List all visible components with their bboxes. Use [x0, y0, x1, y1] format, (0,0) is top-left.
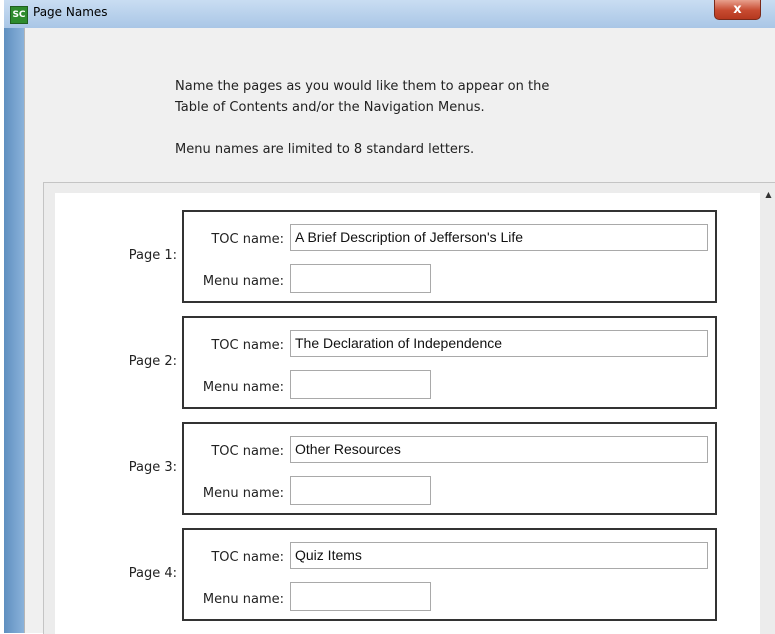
pages-scroll-panel: Page 1: TOC name: A Brief Description of…	[43, 182, 775, 634]
menu-name-input[interactable]	[290, 264, 431, 293]
app-icon: SC	[10, 6, 28, 24]
page-names-dialog: SC Page Names x Name the pages as you wo…	[4, 0, 775, 634]
vertical-scrollbar[interactable]: ▲	[760, 183, 775, 634]
close-button[interactable]: x	[714, 0, 761, 20]
toc-name-input[interactable]: A Brief Description of Jefferson's Life	[290, 224, 708, 251]
window-title: Page Names	[33, 5, 108, 19]
menu-name-label: Menu name:	[202, 592, 284, 607]
page-row-2: Page 2: TOC name: The Declaration of Ind…	[55, 316, 760, 411]
toc-name-input[interactable]: Quiz Items	[290, 542, 708, 569]
toc-name-label: TOC name:	[211, 338, 284, 353]
page-label: Page 1:	[128, 248, 177, 263]
menu-name-label: Menu name:	[202, 380, 284, 395]
intro-text: Name the pages as you would like them to…	[175, 76, 549, 160]
page-fields-box: TOC name: A Brief Description of Jeffers…	[182, 210, 717, 303]
page-label: Page 4:	[128, 566, 177, 581]
page-fields-box: TOC name: The Declaration of Independenc…	[182, 316, 717, 409]
pages-list: Page 1: TOC name: A Brief Description of…	[55, 193, 760, 634]
toc-name-label: TOC name:	[211, 444, 284, 459]
menu-name-label: Menu name:	[202, 274, 284, 289]
window-frame-left	[4, 28, 24, 633]
page-fields-box: TOC name: Other Resources Menu name:	[182, 422, 717, 515]
toc-name-label: TOC name:	[211, 550, 284, 565]
toc-name-input[interactable]: Other Resources	[290, 436, 708, 463]
page-label: Page 2:	[128, 354, 177, 369]
menu-name-input[interactable]	[290, 476, 431, 505]
page-row-3: Page 3: TOC name: Other Resources Menu n…	[55, 422, 760, 517]
page-fields-box: TOC name: Quiz Items Menu name:	[182, 528, 717, 621]
dialog-client-area: Name the pages as you would like them to…	[24, 28, 775, 634]
menu-name-input[interactable]	[290, 370, 431, 399]
page-row-4: Page 4: TOC name: Quiz Items Menu name:	[55, 528, 760, 623]
scroll-up-icon[interactable]: ▲	[764, 190, 773, 199]
toc-name-input[interactable]: The Declaration of Independence	[290, 330, 708, 357]
toc-name-label: TOC name:	[211, 232, 284, 247]
menu-name-label: Menu name:	[202, 486, 284, 501]
page-row-1: Page 1: TOC name: A Brief Description of…	[55, 210, 760, 305]
menu-name-input[interactable]	[290, 582, 431, 611]
intro-line-2: Table of Contents and/or the Navigation …	[175, 100, 485, 115]
page-label: Page 3:	[128, 460, 177, 475]
intro-line-1: Name the pages as you would like them to…	[175, 79, 550, 94]
title-bar[interactable]: SC Page Names x	[4, 0, 775, 29]
intro-line-3: Menu names are limited to 8 standard let…	[175, 142, 475, 157]
